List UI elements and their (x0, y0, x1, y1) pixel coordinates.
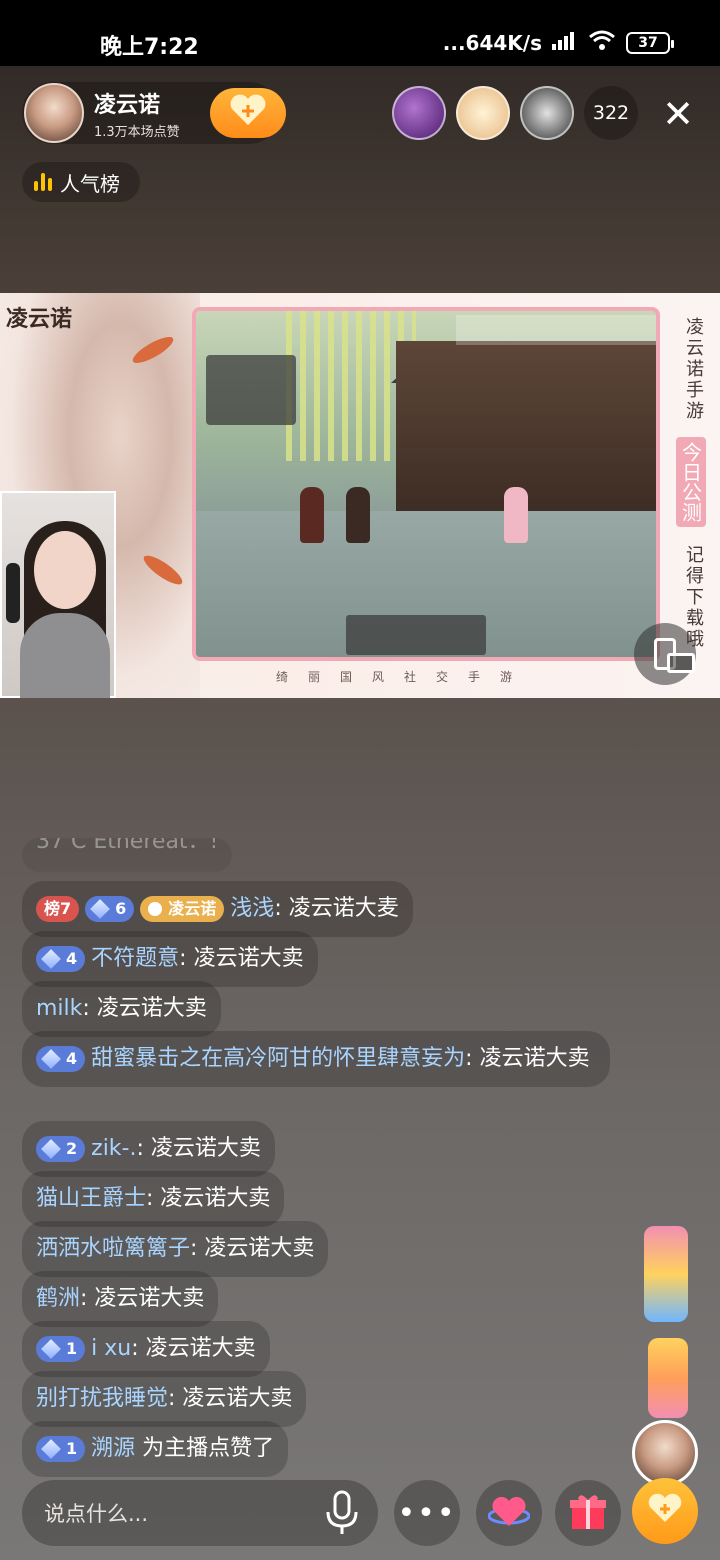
signal-icon (552, 30, 578, 55)
game-menu-bar (456, 315, 656, 345)
chat-text: 凌云诺大卖 (145, 1336, 256, 1361)
level-badge: 6 (85, 896, 135, 922)
chat-text: 为主播点赞了 (142, 1436, 275, 1461)
host-likes: 1.3万本场点赞 (94, 124, 180, 140)
diamond-icon (90, 899, 111, 919)
level-badge: 4 (36, 1046, 86, 1072)
network-speed: ...644K/s (442, 30, 542, 55)
rotate-screen-button[interactable] (634, 623, 696, 685)
heart-button[interactable] (476, 1480, 542, 1546)
level-badge: 4 (36, 946, 86, 972)
close-icon: ✕ (662, 92, 694, 136)
game-screen (192, 307, 660, 661)
chat-text: 凌云诺大卖 (94, 1286, 205, 1311)
chat-text: 凌云诺大卖 (479, 1046, 590, 1071)
chat-message[interactable]: 4 不符题意: 凌云诺大卖 (22, 931, 318, 987)
fan-badge: 凌云诺 (140, 896, 225, 922)
game-logo: 凌云诺 (6, 306, 73, 332)
heart-icon (487, 1492, 531, 1534)
game-character (504, 487, 528, 543)
floating-avatar[interactable] (632, 1420, 698, 1486)
gift-icon (568, 1491, 608, 1535)
chat-text: 凌云诺大卖 (160, 1186, 271, 1211)
game-character (346, 487, 370, 543)
like-icon (647, 1492, 683, 1531)
side-text-2: 今日公测 (676, 437, 706, 527)
diamond-icon (41, 1049, 61, 1069)
viewer-count[interactable]: 322 (584, 86, 638, 140)
rank-button[interactable]: 人气榜 (22, 162, 140, 202)
viewer-avatar[interactable] (520, 86, 574, 140)
chat-username[interactable]: milk (36, 989, 82, 1029)
chat-username[interactable]: zik-. (91, 1129, 136, 1169)
chat-text: 凌云诺大卖 (96, 996, 207, 1021)
like-button[interactable] (632, 1478, 698, 1544)
chat-message[interactable]: milk: 凌云诺大卖 (22, 981, 221, 1037)
diamond-icon (41, 1139, 61, 1159)
chat-username[interactable]: i xu (91, 1329, 131, 1369)
sticker-decoration (644, 1226, 688, 1322)
chat-username[interactable]: 别打扰我睡觉 (36, 1379, 168, 1419)
chat-text: 凌云诺大卖 (150, 1136, 261, 1161)
more-button[interactable]: ••• (394, 1480, 460, 1546)
more-icon: ••• (397, 1495, 457, 1531)
mic-icon[interactable] (324, 1490, 360, 1536)
host-name: 凌云诺 (94, 92, 161, 118)
chat-username[interactable]: 鹤洲 (36, 1279, 80, 1319)
follow-button[interactable] (210, 88, 286, 138)
heart-icon (148, 902, 163, 916)
rank-label: 人气榜 (60, 171, 120, 196)
chat-message[interactable]: 1 溯源 为主播点赞了 (22, 1421, 289, 1477)
viewer-avatar[interactable] (456, 86, 510, 140)
chat-message-faded: 37 C Ethereat：! (22, 838, 233, 872)
chat-message[interactable]: 榜7 6 凌云诺 浅浅: 凌云诺大麦 (22, 881, 413, 937)
level-badge: 1 (36, 1436, 86, 1462)
side-text-1: 凌云诺手游 (683, 317, 704, 422)
battery-icon: 37 (626, 31, 674, 54)
diamond-icon (41, 949, 61, 969)
live-video[interactable]: 凌云诺 凌云诺手游 今日公测 记得下载哦 绮丽国风社交手游 (0, 293, 720, 698)
gift-button[interactable] (555, 1480, 621, 1546)
rank-badge: 榜7 (36, 896, 80, 922)
level-badge: 2 (36, 1136, 86, 1162)
status-bar: 晚上7:22 ...644K/s 37 (0, 0, 720, 66)
close-button[interactable]: ✕ (656, 92, 700, 136)
level-badge: 1 (36, 1336, 86, 1362)
pavilion (396, 341, 656, 511)
game-chat-box (346, 615, 486, 655)
diamond-icon (41, 1339, 61, 1359)
chat-username[interactable]: 浅浅 (230, 889, 274, 929)
chat-username[interactable]: 猫山王爵士 (36, 1179, 146, 1219)
streamer-camera (0, 491, 116, 698)
heart-plus-icon (228, 93, 268, 134)
sticker-decoration (648, 1338, 688, 1418)
rotate-screen-icon (654, 638, 695, 673)
chat-text: 凌云诺大卖 (193, 946, 304, 971)
chat-message[interactable]: 4 甜蜜暴击之在高冷阿甘的怀里肆意妄为: 凌云诺大卖 (22, 1031, 610, 1087)
chat-username[interactable]: 溯源 (91, 1429, 135, 1469)
host-avatar[interactable] (24, 83, 84, 143)
wifi-icon (588, 29, 616, 56)
chat-message[interactable]: 鹤洲: 凌云诺大卖 (22, 1271, 219, 1327)
chat-message[interactable]: 别打扰我睡觉: 凌云诺大卖 (22, 1371, 307, 1427)
chat-text: 凌云诺大卖 (204, 1236, 315, 1261)
tagline: 绮丽国风社交手游 (276, 670, 533, 684)
chat-text: 凌云诺大卖 (182, 1386, 293, 1411)
diamond-icon (41, 1439, 61, 1459)
chat-username[interactable]: 不符题意 (91, 939, 179, 979)
viewer-avatar[interactable] (392, 86, 446, 140)
chat-message[interactable]: 1 i xu: 凌云诺大卖 (22, 1321, 270, 1377)
chat-message[interactable]: 洒洒水啦篱篱子: 凌云诺大卖 (22, 1221, 329, 1277)
status-time: 晚上7:22 (100, 35, 199, 60)
chat-username[interactable]: 洒洒水啦篱篱子 (36, 1229, 190, 1269)
chat-username[interactable]: 甜蜜暴击之在高冷阿甘的怀里肆意妄为 (91, 1039, 465, 1079)
bar-chart-icon (34, 173, 52, 191)
chat-message[interactable]: 2 zik-.: 凌云诺大卖 (22, 1121, 275, 1177)
game-quest-panel (206, 355, 296, 425)
game-character (300, 487, 324, 543)
chat-message[interactable]: 猫山王爵士: 凌云诺大卖 (22, 1171, 285, 1227)
chat-text: 凌云诺大麦 (288, 896, 399, 921)
status-right: ...644K/s 37 (442, 29, 674, 56)
